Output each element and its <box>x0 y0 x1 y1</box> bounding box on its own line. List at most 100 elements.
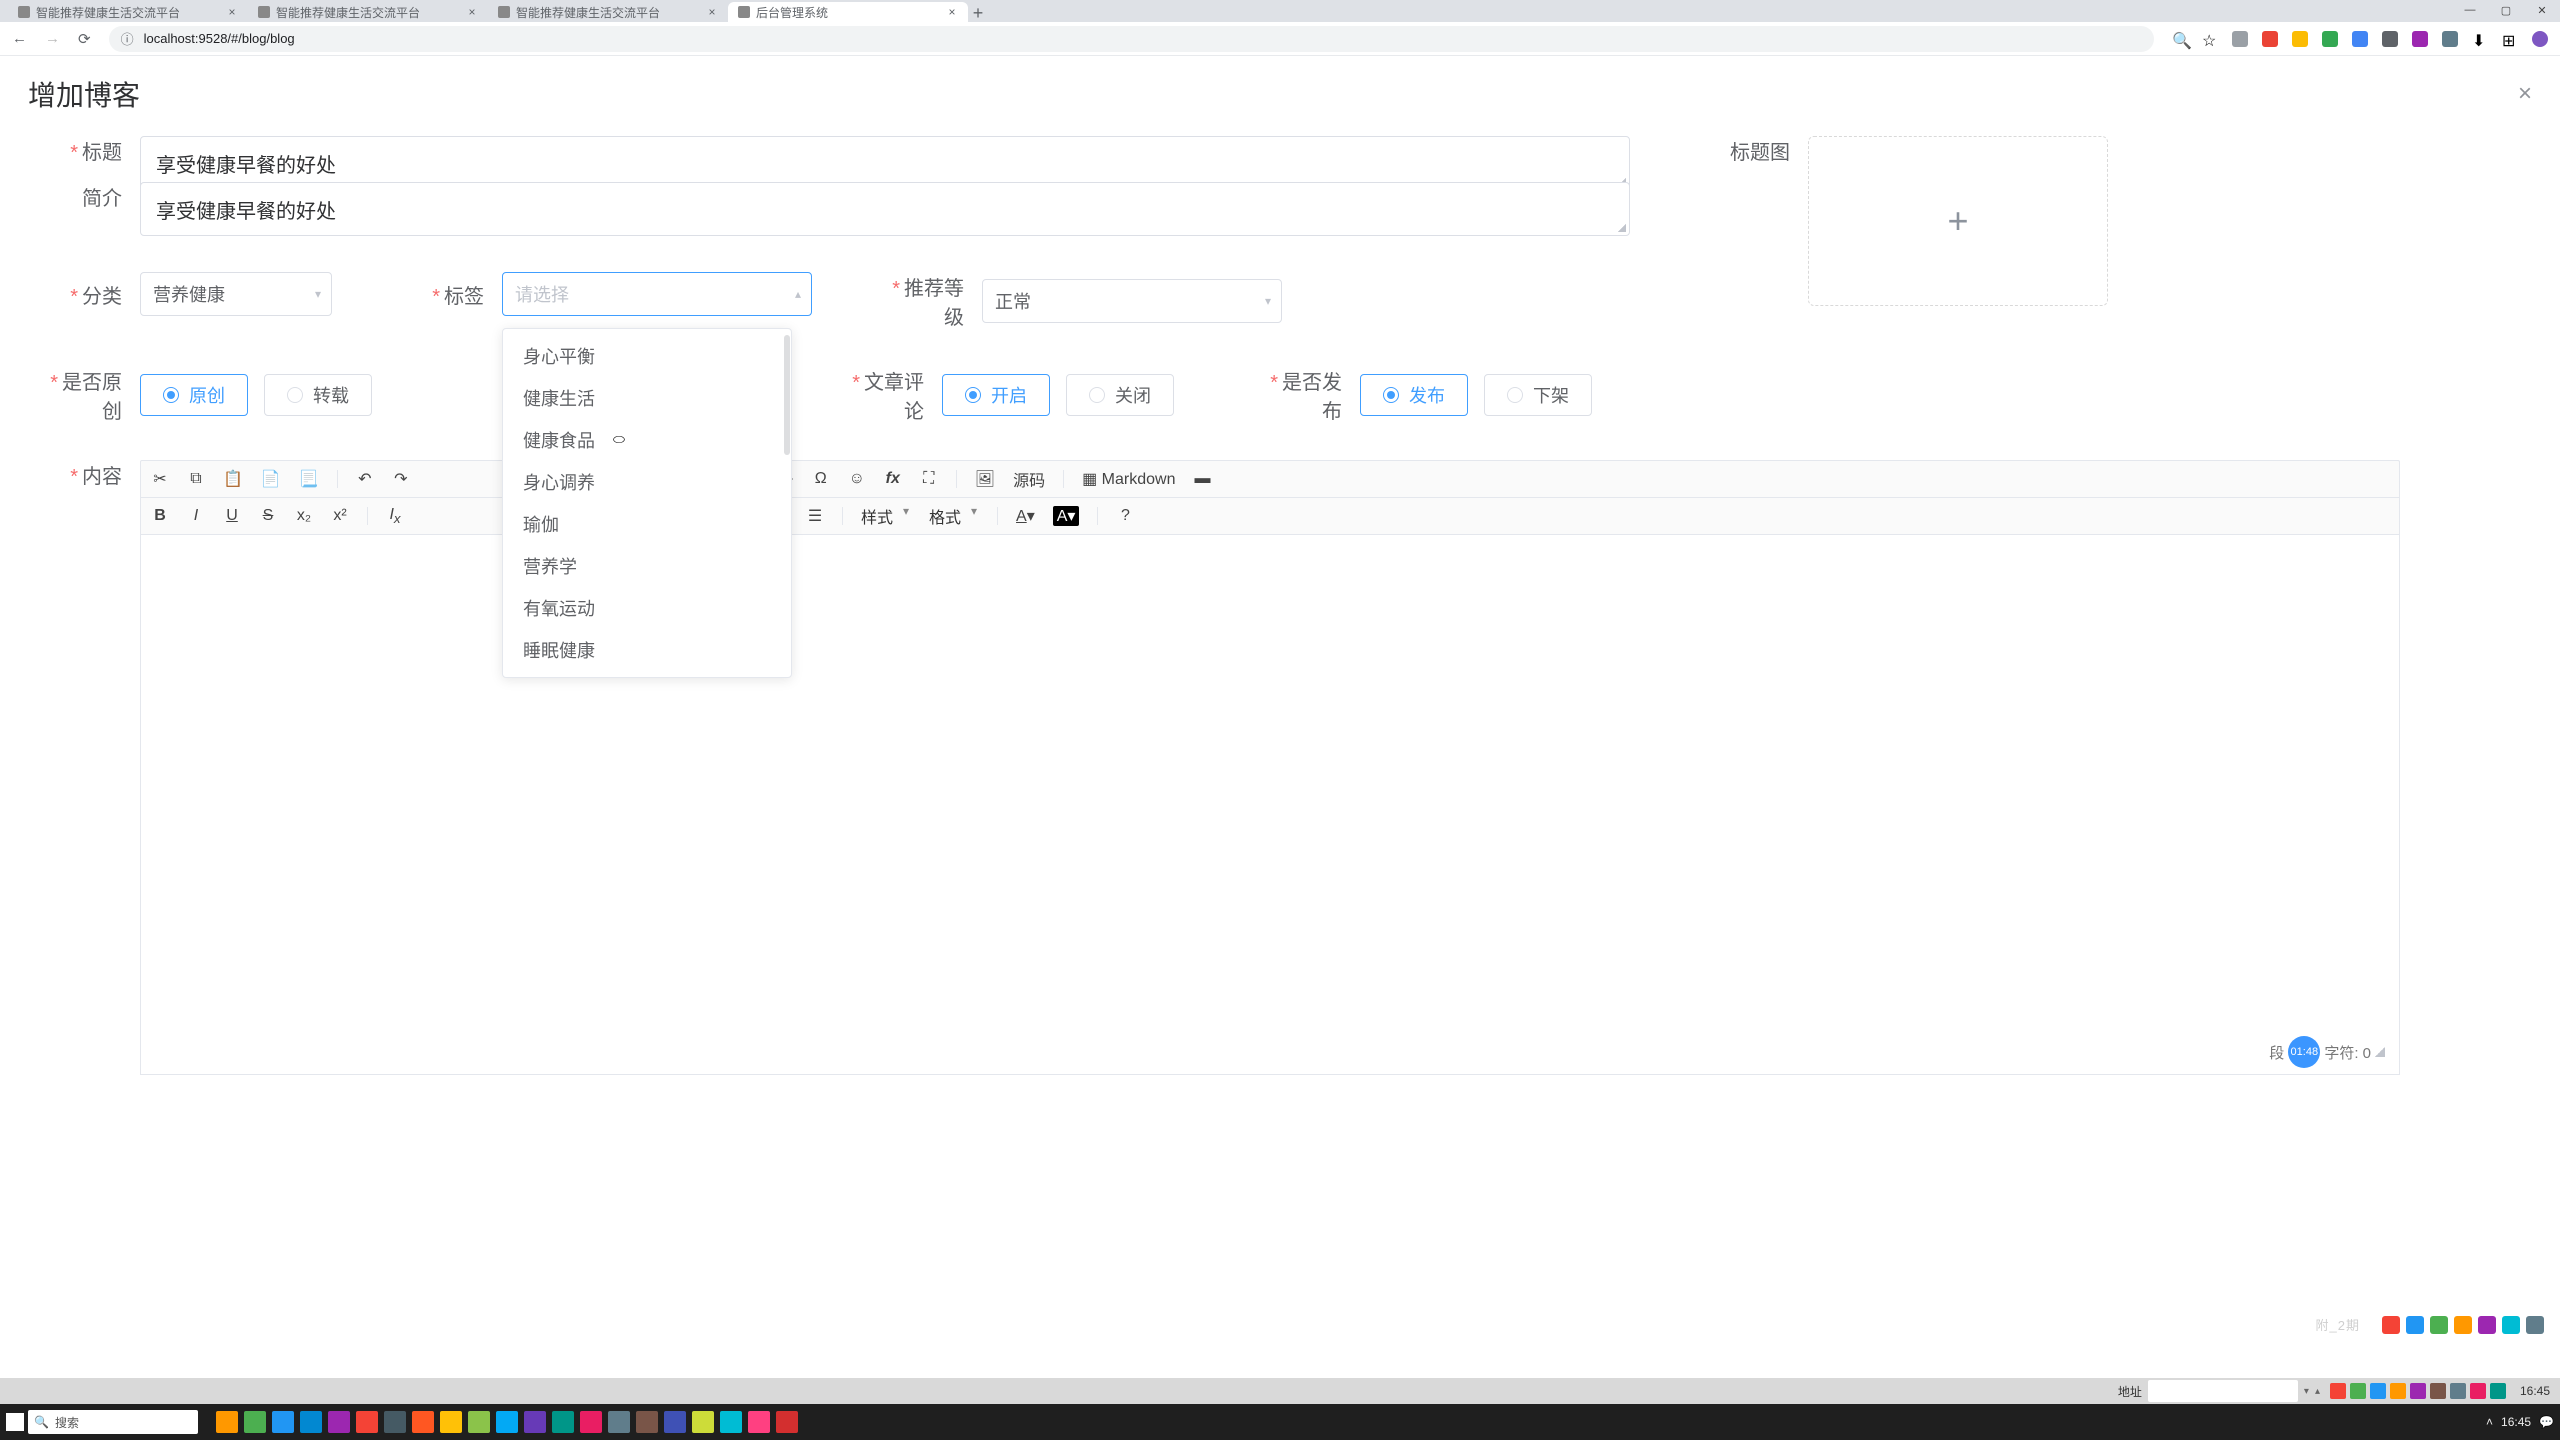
tag-option[interactable]: 有氧运动 <box>503 587 791 629</box>
ime-tool-icon[interactable] <box>2390 1383 2406 1399</box>
ime-tool-icon[interactable] <box>2430 1383 2446 1399</box>
nav-forward-button[interactable]: → <box>45 30 60 47</box>
dialog-close-button[interactable]: × <box>2518 80 2532 108</box>
taskbar-search[interactable]: 🔍 搜索 <box>28 1410 198 1434</box>
original-radio-no[interactable]: 转载 <box>264 374 372 416</box>
install-icon[interactable]: ⊞ <box>2502 31 2518 47</box>
new-tab-button[interactable]: + <box>968 4 988 22</box>
bgcolor-icon[interactable]: A▾ <box>1053 506 1080 526</box>
tag-option[interactable]: 睡眠健康 <box>503 629 791 671</box>
tray-chevron-icon[interactable]: ˄ <box>2486 1415 2493 1429</box>
redo-icon[interactable]: ↷ <box>392 469 410 489</box>
nav-reload-button[interactable]: ⟳ <box>78 30 91 48</box>
emoji-icon[interactable]: ☺ <box>848 470 866 488</box>
dropdown-scrollbar[interactable] <box>784 335 790 455</box>
blockview-icon[interactable]: ▬ <box>1193 470 1211 488</box>
superscript-icon[interactable]: x² <box>331 507 349 525</box>
ime-input-box[interactable] <box>2148 1380 2298 1402</box>
copy-icon[interactable]: ⧉ <box>187 470 205 488</box>
tag-option[interactable]: 身心平衡 <box>503 335 791 377</box>
ime-tool-icon[interactable] <box>2350 1383 2366 1399</box>
ime-tool-icon[interactable] <box>2450 1383 2466 1399</box>
taskbar-app-icon[interactable] <box>244 1411 266 1433</box>
taskbar-app-icon[interactable] <box>412 1411 434 1433</box>
extension-icon[interactable] <box>2262 31 2278 47</box>
browser-tab-3[interactable]: 后台管理系统× <box>728 2 968 22</box>
taskbar-app-icon[interactable] <box>300 1411 322 1433</box>
chevron-up-icon[interactable]: ▴ <box>2315 1386 2320 1397</box>
underline-icon[interactable]: U <box>223 507 241 525</box>
extension-icon[interactable] <box>2232 31 2248 47</box>
tag-select[interactable]: 请选择 ▴ <box>502 272 812 316</box>
taskbar-app-icon[interactable] <box>496 1411 518 1433</box>
nav-back-button[interactable]: ← <box>12 30 27 47</box>
taskbar-app-icon[interactable] <box>440 1411 462 1433</box>
format-select[interactable]: 格式 <box>929 504 979 528</box>
tag-option[interactable]: 营养学 <box>503 545 791 587</box>
tray-notifications-icon[interactable]: 💬 <box>2539 1415 2554 1429</box>
undo-icon[interactable]: ↶ <box>356 469 374 489</box>
window-minimize-button[interactable]: — <box>2452 0 2488 20</box>
clearformat-icon[interactable]: Ix <box>386 506 404 526</box>
float-tool-icon[interactable] <box>2406 1316 2424 1334</box>
download-icon[interactable]: ⬇ <box>2472 31 2488 47</box>
float-tool-icon[interactable] <box>2430 1316 2448 1334</box>
comment-radio-on[interactable]: 开启 <box>942 374 1050 416</box>
publish-radio-no[interactable]: 下架 <box>1484 374 1592 416</box>
ime-tool-icon[interactable] <box>2410 1383 2426 1399</box>
source-button[interactable]: 源码 <box>1013 467 1045 491</box>
specialchar-icon[interactable]: Ω <box>812 470 830 488</box>
close-icon[interactable]: × <box>946 6 958 18</box>
editor-body[interactable]: 段 01:48 字符: 0 <box>140 535 2400 1075</box>
close-icon[interactable]: × <box>466 6 478 18</box>
level-select[interactable]: 正常 ▾ <box>982 279 1282 323</box>
taskbar-app-icon[interactable] <box>356 1411 378 1433</box>
browser-tab-0[interactable]: 智能推荐健康生活交流平台× <box>8 2 248 22</box>
tag-option[interactable]: 身心调养 <box>503 461 791 503</box>
taskbar-app-icon[interactable] <box>328 1411 350 1433</box>
float-tool-icon[interactable] <box>2454 1316 2472 1334</box>
close-icon[interactable]: × <box>226 6 238 18</box>
taskbar-app-icon[interactable] <box>216 1411 238 1433</box>
window-maximize-button[interactable]: ▢ <box>2488 0 2524 20</box>
float-tool-icon[interactable] <box>2526 1316 2544 1334</box>
window-close-button[interactable]: ✕ <box>2524 0 2560 20</box>
textcolor-icon[interactable]: A▾ <box>1016 506 1035 526</box>
close-icon[interactable]: × <box>706 6 718 18</box>
cover-upload[interactable]: + <box>1808 136 2108 306</box>
taskbar-app-icon[interactable] <box>524 1411 546 1433</box>
ime-tool-icon[interactable] <box>2470 1383 2486 1399</box>
fullscreen-icon[interactable]: ⛶ <box>920 470 938 488</box>
taskbar-app-icon[interactable] <box>580 1411 602 1433</box>
subscript-icon[interactable]: x₂ <box>295 507 313 525</box>
paste-text-icon[interactable]: 📄 <box>261 469 281 489</box>
recorder-badge[interactable]: 01:48 <box>2288 1036 2320 1068</box>
extension-icon[interactable] <box>2442 31 2458 47</box>
float-tool-icon[interactable] <box>2478 1316 2496 1334</box>
taskbar-app-icon[interactable] <box>636 1411 658 1433</box>
taskbar-app-icon[interactable] <box>720 1411 742 1433</box>
comment-radio-off[interactable]: 关闭 <box>1066 374 1174 416</box>
browser-tab-1[interactable]: 智能推荐健康生活交流平台× <box>248 2 488 22</box>
original-radio-yes[interactable]: 原创 <box>140 374 248 416</box>
extension-icon[interactable] <box>2382 31 2398 47</box>
taskbar-app-icon[interactable] <box>692 1411 714 1433</box>
tag-option[interactable]: 瑜伽 <box>503 503 791 545</box>
publish-radio-yes[interactable]: 发布 <box>1360 374 1468 416</box>
taskbar-app-icon[interactable] <box>776 1411 798 1433</box>
chevron-down-icon[interactable]: ▾ <box>2304 1386 2309 1397</box>
extension-icon[interactable] <box>2322 31 2338 47</box>
category-select[interactable]: 营养健康 ▾ <box>140 272 332 316</box>
resize-handle-icon[interactable] <box>2375 1047 2385 1057</box>
float-tool-icon[interactable] <box>2502 1316 2520 1334</box>
site-info-icon[interactable]: ⓘ <box>121 29 134 48</box>
style-select[interactable]: 样式 <box>861 504 911 528</box>
ime-tool-icon[interactable] <box>2370 1383 2386 1399</box>
italic-icon[interactable]: I <box>187 507 205 525</box>
taskbar-app-icon[interactable] <box>468 1411 490 1433</box>
taskbar-app-icon[interactable] <box>748 1411 770 1433</box>
paste-icon[interactable]: 📋 <box>223 469 243 489</box>
intro-input[interactable] <box>140 182 1630 236</box>
taskbar-app-icon[interactable] <box>384 1411 406 1433</box>
image-icon[interactable]: 🖼 <box>975 469 995 489</box>
